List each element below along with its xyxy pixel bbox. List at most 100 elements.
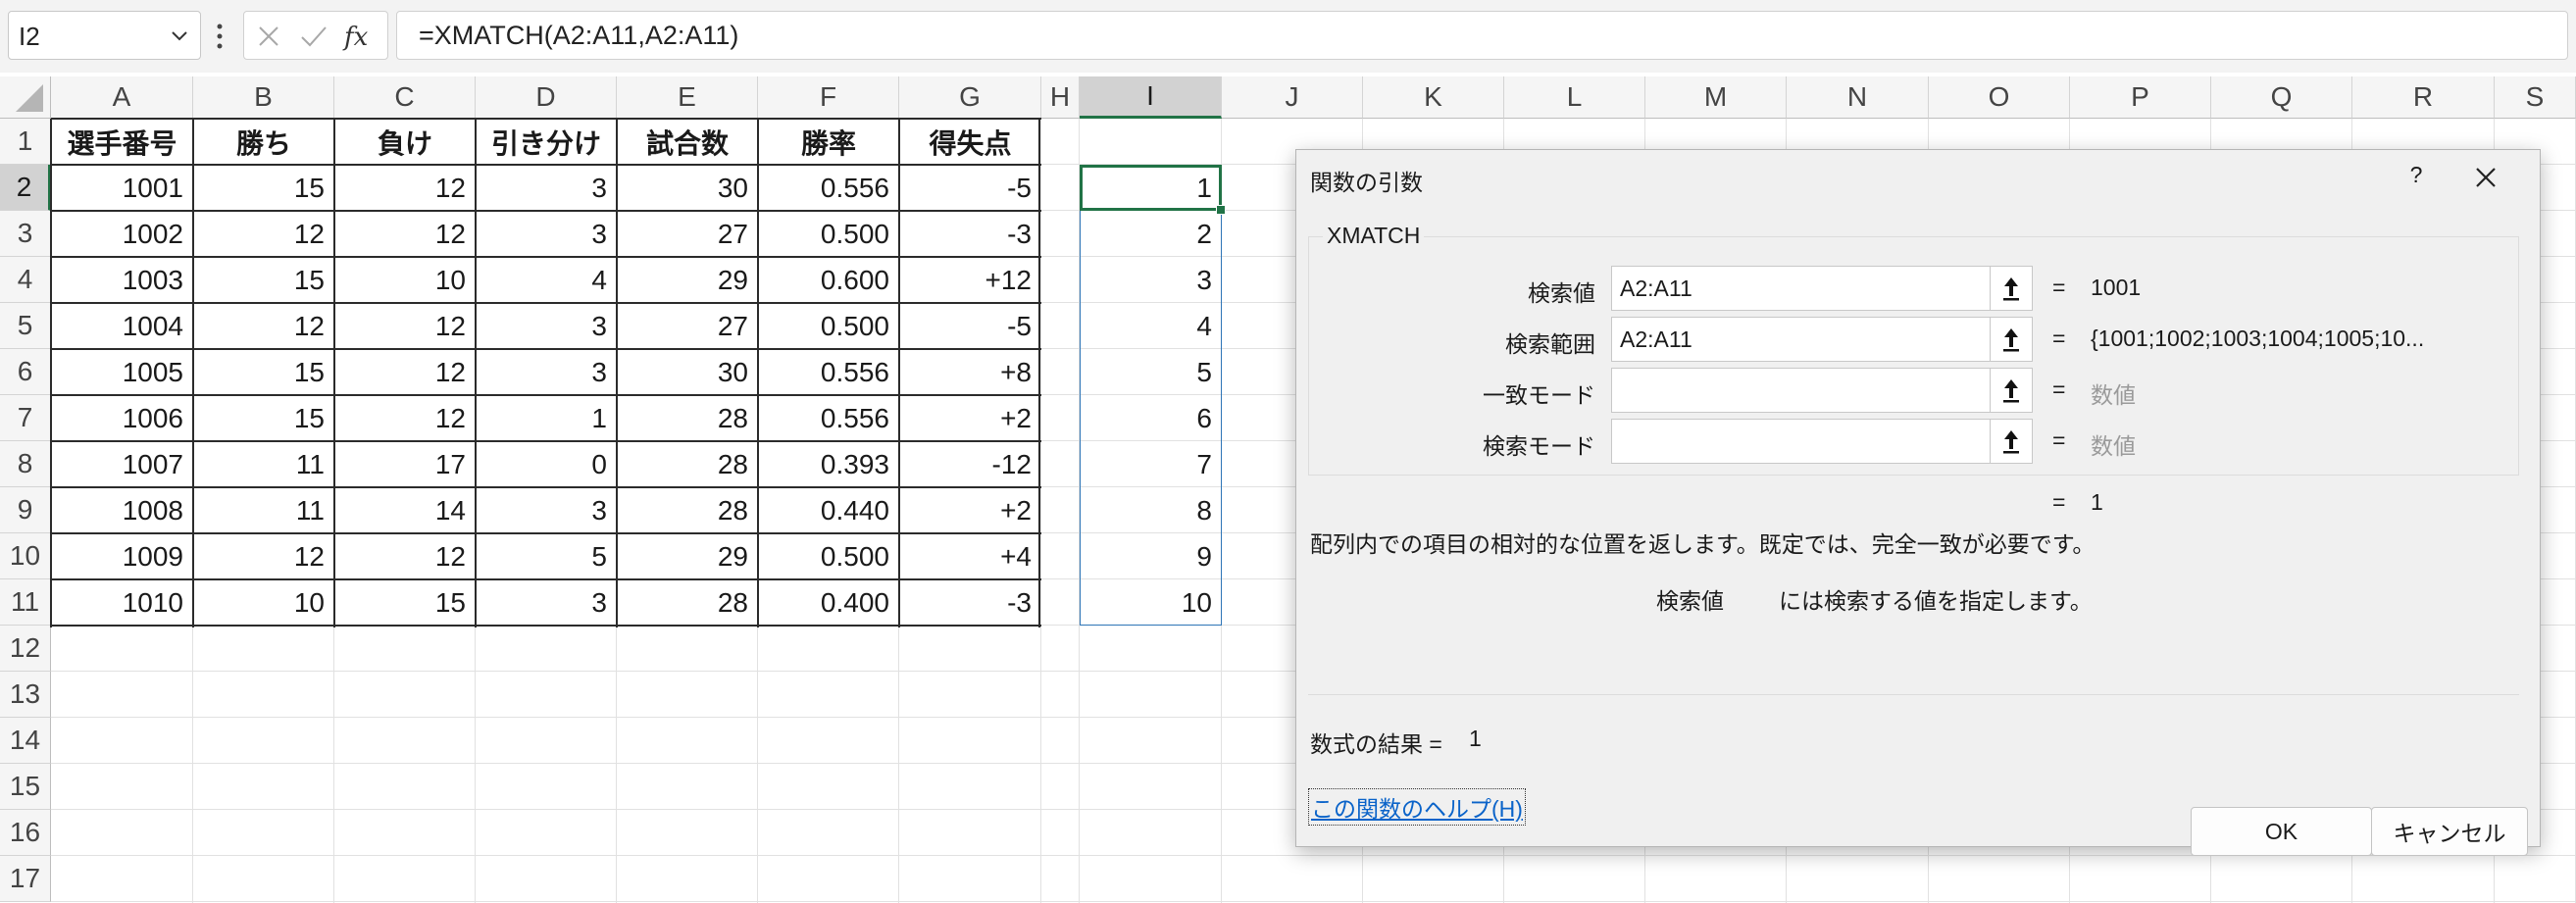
row-header-14[interactable]: 14 (0, 718, 51, 764)
spill-result-cell[interactable]: 1 (1080, 165, 1222, 211)
table-cell[interactable]: -5 (899, 165, 1041, 211)
column-header-s[interactable]: S (2495, 76, 2576, 119)
table-cell[interactable]: 0.500 (758, 303, 899, 349)
table-cell[interactable]: 30 (617, 349, 758, 395)
row-header-13[interactable]: 13 (0, 672, 51, 718)
table-cell[interactable]: 3 (476, 211, 617, 257)
table-cell[interactable]: 3 (476, 579, 617, 626)
table-cell[interactable]: 1001 (51, 165, 193, 211)
table-cell[interactable]: 3 (476, 487, 617, 533)
column-header-j[interactable]: J (1222, 76, 1363, 119)
row-header-10[interactable]: 10 (0, 533, 51, 579)
more-options-icon[interactable] (216, 20, 224, 53)
header-cell[interactable]: 負け (334, 119, 476, 165)
cancel-button[interactable]: キャンセル (2371, 807, 2528, 856)
header-cell[interactable]: 勝ち (193, 119, 334, 165)
row-header-2[interactable]: 2 (0, 165, 51, 211)
spill-result-cell[interactable]: 5 (1080, 349, 1222, 395)
table-cell[interactable]: 0.556 (758, 165, 899, 211)
argument-input[interactable] (1611, 368, 2033, 413)
column-header-l[interactable]: L (1504, 76, 1645, 119)
table-cell[interactable]: 12 (193, 303, 334, 349)
table-cell[interactable]: 12 (334, 165, 476, 211)
table-cell[interactable]: 4 (476, 257, 617, 303)
row-header-16[interactable]: 16 (0, 810, 51, 856)
table-cell[interactable]: 10 (193, 579, 334, 626)
table-cell[interactable]: 15 (334, 579, 476, 626)
spill-result-cell[interactable]: 6 (1080, 395, 1222, 441)
table-cell[interactable]: 28 (617, 487, 758, 533)
table-cell[interactable]: 12 (193, 211, 334, 257)
table-cell[interactable]: 0.600 (758, 257, 899, 303)
row-header-11[interactable]: 11 (0, 579, 51, 626)
column-header-i[interactable]: I (1080, 76, 1222, 119)
table-cell[interactable]: 29 (617, 533, 758, 579)
table-cell[interactable]: 15 (193, 165, 334, 211)
column-header-c[interactable]: C (334, 76, 476, 119)
help-icon[interactable]: ? (2401, 162, 2431, 191)
row-header-4[interactable]: 4 (0, 257, 51, 303)
table-cell[interactable]: 0.500 (758, 211, 899, 257)
table-cell[interactable]: 12 (334, 533, 476, 579)
column-header-a[interactable]: A (51, 76, 193, 119)
column-header-q[interactable]: Q (2211, 76, 2352, 119)
header-cell[interactable]: 勝率 (758, 119, 899, 165)
table-cell[interactable]: 0.556 (758, 349, 899, 395)
table-cell[interactable]: 5 (476, 533, 617, 579)
spill-result-cell[interactable]: 10 (1080, 579, 1222, 626)
chevron-down-icon[interactable] (169, 25, 190, 47)
collapse-arrow-icon[interactable] (1990, 266, 2033, 311)
row-header-6[interactable]: 6 (0, 349, 51, 395)
table-cell[interactable]: -12 (899, 441, 1041, 487)
column-header-o[interactable]: O (1929, 76, 2070, 119)
table-cell[interactable]: +4 (899, 533, 1041, 579)
table-cell[interactable]: 10 (334, 257, 476, 303)
table-cell[interactable]: 12 (334, 211, 476, 257)
ok-button[interactable]: OK (2191, 807, 2372, 856)
column-header-m[interactable]: M (1645, 76, 1787, 119)
table-cell[interactable]: 12 (334, 349, 476, 395)
table-cell[interactable]: -3 (899, 579, 1041, 626)
row-header-5[interactable]: 5 (0, 303, 51, 349)
column-header-n[interactable]: N (1787, 76, 1929, 119)
table-cell[interactable]: 28 (617, 441, 758, 487)
header-cell[interactable]: 得失点 (899, 119, 1041, 165)
select-all-corner[interactable] (0, 76, 51, 119)
spill-result-cell[interactable]: 4 (1080, 303, 1222, 349)
function-help-link[interactable]: この関数のヘルプ(H) (1308, 788, 1526, 826)
argument-input[interactable] (1611, 419, 2033, 464)
table-cell[interactable]: 14 (334, 487, 476, 533)
table-cell[interactable]: 1005 (51, 349, 193, 395)
table-cell[interactable]: 0.500 (758, 533, 899, 579)
table-cell[interactable]: 1009 (51, 533, 193, 579)
table-cell[interactable]: +12 (899, 257, 1041, 303)
fill-handle[interactable] (1216, 205, 1226, 215)
table-cell[interactable]: -5 (899, 303, 1041, 349)
table-cell[interactable]: 3 (476, 165, 617, 211)
argument-input[interactable]: A2:A11 (1611, 317, 2033, 362)
row-header-9[interactable]: 9 (0, 487, 51, 533)
spill-result-cell[interactable]: 9 (1080, 533, 1222, 579)
table-cell[interactable]: 28 (617, 579, 758, 626)
row-header-3[interactable]: 3 (0, 211, 51, 257)
table-cell[interactable]: 3 (476, 349, 617, 395)
header-cell[interactable]: 引き分け (476, 119, 617, 165)
close-icon[interactable] (2468, 160, 2503, 195)
table-cell[interactable]: +2 (899, 395, 1041, 441)
row-header-17[interactable]: 17 (0, 856, 51, 902)
collapse-arrow-icon[interactable] (1990, 317, 2033, 362)
row-header-12[interactable]: 12 (0, 626, 51, 672)
fx-icon[interactable]: fx (342, 20, 379, 53)
table-cell[interactable]: 12 (193, 533, 334, 579)
table-cell[interactable]: 12 (334, 395, 476, 441)
spill-result-cell[interactable]: 8 (1080, 487, 1222, 533)
spill-result-cell[interactable]: 2 (1080, 211, 1222, 257)
row-header-1[interactable]: 1 (0, 119, 51, 165)
table-cell[interactable]: 11 (193, 487, 334, 533)
collapse-arrow-icon[interactable] (1990, 419, 2033, 464)
table-cell[interactable]: 0 (476, 441, 617, 487)
table-cell[interactable]: 0.393 (758, 441, 899, 487)
table-cell[interactable]: -3 (899, 211, 1041, 257)
column-header-r[interactable]: R (2352, 76, 2495, 119)
table-cell[interactable]: 15 (193, 395, 334, 441)
